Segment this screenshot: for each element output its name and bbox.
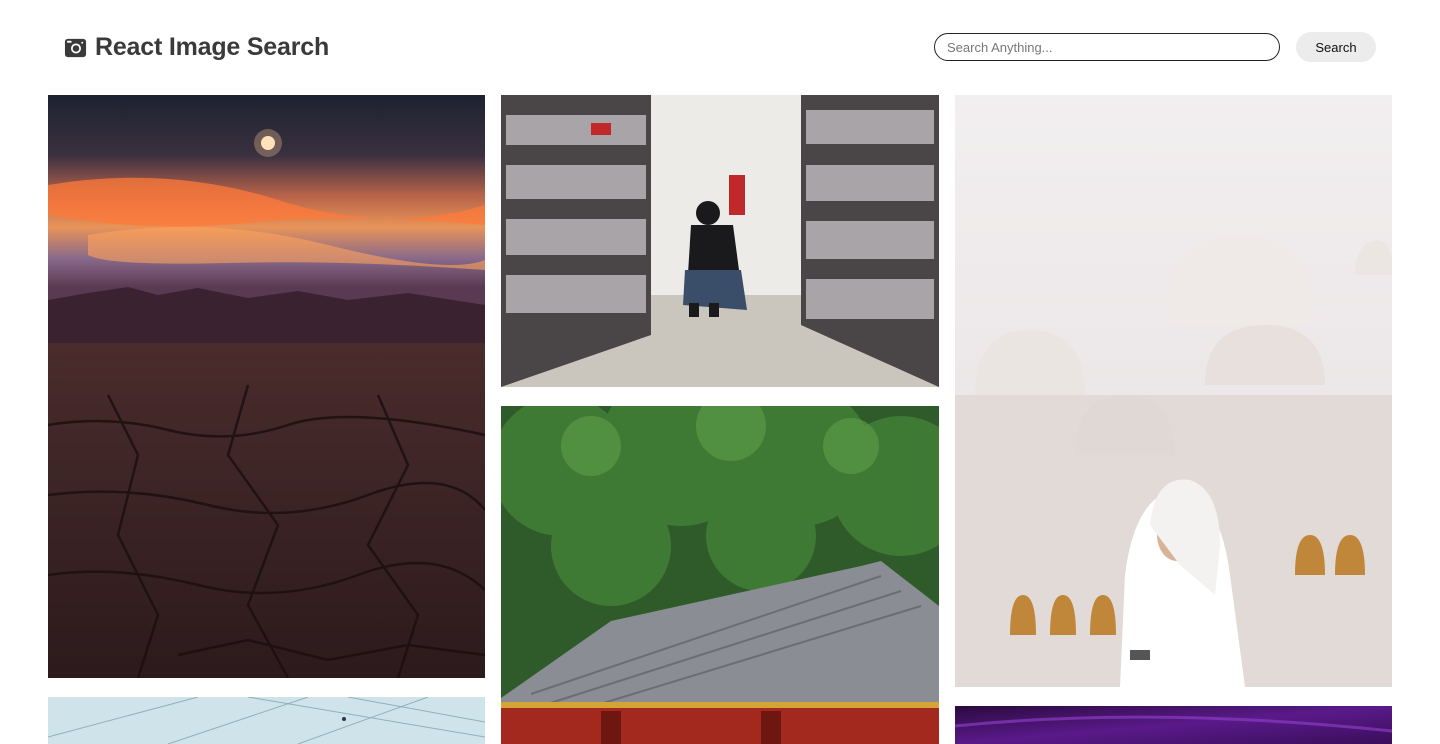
brand: React Image Search	[64, 33, 329, 62]
app-header: React Image Search Search	[0, 0, 1440, 95]
white-mosque-photo[interactable]	[955, 95, 1392, 687]
app-title: React Image Search	[95, 33, 330, 61]
purple-abstract-photo[interactable]	[955, 706, 1392, 744]
desert-sunset-photo[interactable]	[48, 95, 485, 678]
camera-icon	[64, 36, 87, 59]
japanese-shrine-photo[interactable]	[501, 406, 939, 744]
glass-building-photo[interactable]	[48, 697, 485, 744]
record-store-photo[interactable]	[501, 95, 939, 387]
search-input[interactable]	[934, 33, 1280, 61]
search-button[interactable]: Search	[1296, 32, 1376, 62]
